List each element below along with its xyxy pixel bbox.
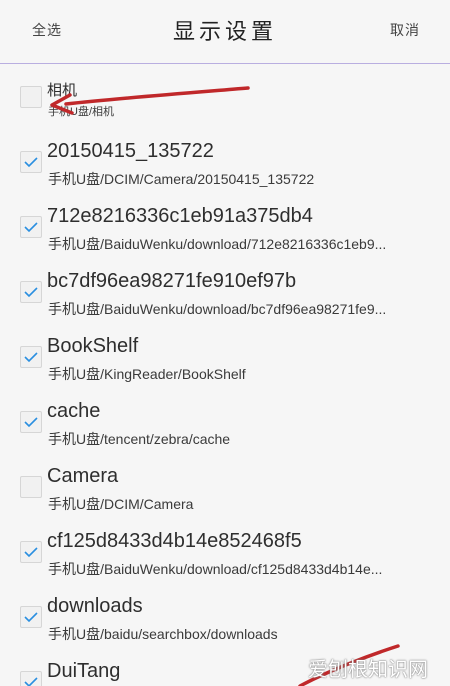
checkmark-icon bbox=[24, 222, 38, 233]
item-path: 手机U盘/BaiduWenku/download/cf125d8433d4b14… bbox=[48, 561, 383, 577]
item-path: 手机U盘/DCIM/Camera bbox=[48, 496, 194, 512]
item-name: 20150415_135722 bbox=[47, 140, 214, 162]
checkbox[interactable] bbox=[20, 476, 42, 498]
item-path: 手机U盘/相机 bbox=[48, 106, 114, 118]
checkbox[interactable] bbox=[20, 671, 42, 686]
item-name: BookShelf bbox=[47, 335, 139, 357]
list-item[interactable]: bc7df96ea98271fe910ef97b 手机U盘/BaiduWenku… bbox=[0, 260, 450, 325]
list-item[interactable]: downloads 手机U盘/baidu/searchbox/downloads bbox=[0, 585, 450, 650]
list-item[interactable]: cache 手机U盘/tencent/zebra/cache bbox=[0, 390, 450, 455]
checkbox[interactable] bbox=[20, 411, 42, 433]
item-name: cf125d8433d4b14e852468f5 bbox=[47, 530, 302, 552]
checkbox[interactable] bbox=[20, 216, 42, 238]
list-item[interactable]: BookShelf 手机U盘/KingReader/BookShelf bbox=[0, 325, 450, 390]
checkbox[interactable] bbox=[20, 281, 42, 303]
checkbox[interactable] bbox=[20, 606, 42, 628]
checkmark-icon bbox=[24, 677, 38, 686]
list-item[interactable]: 20150415_135722 手机U盘/DCIM/Camera/2015041… bbox=[0, 130, 450, 195]
page-title: 显示设置 bbox=[172, 20, 277, 45]
cancel-button[interactable]: 取消 bbox=[390, 20, 420, 40]
item-path: 手机U盘/tencent/zebra/cache bbox=[48, 431, 231, 447]
item-name: 712e8216336c1eb91a375db4 bbox=[47, 205, 313, 227]
item-name: Camera bbox=[47, 465, 119, 487]
list-item[interactable]: Camera 手机U盘/DCIM/Camera bbox=[0, 455, 450, 520]
checkbox[interactable] bbox=[20, 541, 42, 563]
item-name: cache bbox=[47, 400, 101, 422]
item-name: 相机 bbox=[47, 82, 78, 99]
list-item[interactable]: 相机 手机U盘/相机 bbox=[0, 65, 450, 130]
item-path: 手机U盘/DCIM/Camera/20150415_135722 bbox=[48, 171, 315, 187]
checkbox[interactable] bbox=[20, 86, 42, 108]
item-path: 手机U盘/BaiduWenku/download/bc7df96ea98271f… bbox=[48, 301, 387, 317]
checkmark-icon bbox=[24, 417, 38, 428]
watermark: 爱刨根知识网 bbox=[308, 657, 428, 681]
list-item[interactable]: cf125d8433d4b14e852468f5 手机U盘/BaiduWenku… bbox=[0, 520, 450, 585]
item-name: downloads bbox=[47, 595, 143, 617]
list-item[interactable]: 712e8216336c1eb91a375db4 手机U盘/BaiduWenku… bbox=[0, 195, 450, 260]
checkmark-icon bbox=[24, 612, 38, 623]
checkmark-icon bbox=[24, 157, 38, 168]
checkmark-icon bbox=[24, 287, 38, 298]
item-path: 手机U盘/BaiduWenku/download/712e8216336c1eb… bbox=[48, 236, 387, 252]
checkbox[interactable] bbox=[20, 346, 42, 368]
title-bar: 全选 显示设置 取消 bbox=[0, 0, 450, 64]
item-name: DuiTang bbox=[47, 660, 121, 682]
item-name: bc7df96ea98271fe910ef97b bbox=[47, 270, 297, 292]
item-path: 手机U盘/KingReader/BookShelf bbox=[48, 366, 246, 382]
item-path: 手机U盘/baidu/searchbox/downloads bbox=[48, 626, 278, 642]
checkbox[interactable] bbox=[20, 151, 42, 173]
checkmark-icon bbox=[24, 352, 38, 363]
checkmark-icon bbox=[24, 547, 38, 558]
folder-list: 相机 手机U盘/相机 20150415_135722 手机U盘/DCIM/Cam… bbox=[0, 65, 450, 686]
